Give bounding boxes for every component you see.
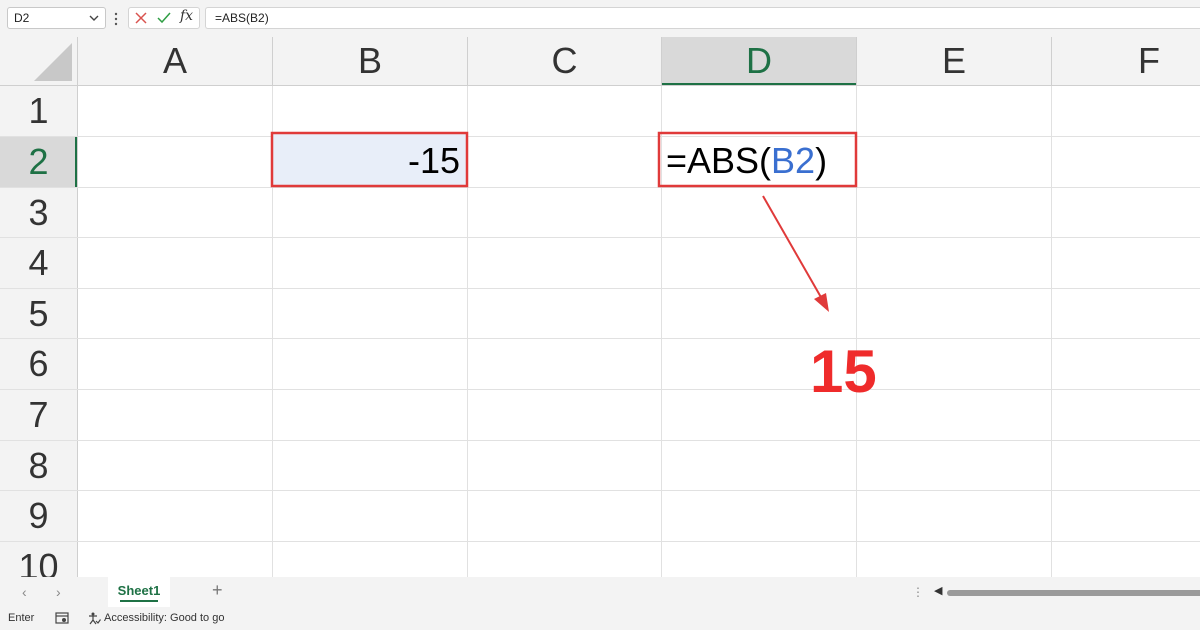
macro-recording-icon[interactable]: [55, 611, 69, 625]
formula-commands: fx: [128, 7, 200, 29]
sheet-tabs-bar: ‹ › Sheet1 + ⋮ ◀: [0, 577, 1200, 607]
column-header-c[interactable]: C: [468, 37, 661, 85]
cell-d2-formula-suffix: ): [815, 140, 828, 181]
column-header-d[interactable]: D: [662, 37, 856, 85]
result-annotation: 15: [810, 338, 877, 405]
column-header-a[interactable]: A: [78, 37, 272, 85]
row-header-7[interactable]: 7: [0, 390, 77, 440]
scroll-left-arrow-icon[interactable]: ◀: [934, 584, 942, 597]
name-box-value: D2: [14, 11, 30, 25]
accessibility-status[interactable]: Accessibility: Good to go: [104, 612, 224, 624]
active-tab-indicator: [120, 600, 158, 602]
grid-lines: [0, 37, 1200, 577]
row-header-10[interactable]: 10: [0, 542, 77, 577]
cell-d2-formula-prefix: =ABS(: [666, 140, 772, 181]
column-header-f[interactable]: F: [1052, 37, 1200, 85]
row-header-8[interactable]: 8: [0, 441, 77, 491]
cell-d2-formula-ref: B2: [771, 140, 816, 181]
row-header-1[interactable]: 1: [0, 86, 77, 136]
sheet-tab-sheet1[interactable]: Sheet1: [108, 577, 170, 607]
confirm-check-icon[interactable]: [156, 11, 172, 25]
row-header-3[interactable]: 3: [0, 188, 77, 238]
sheet-tab-label: Sheet1: [117, 583, 161, 598]
spreadsheet-grid: A B C D E F 1 2 3 4 5 6 7 8 9 10 -15 =AB…: [0, 37, 1200, 577]
cell-mode-status: Enter: [8, 612, 35, 624]
insert-function-icon[interactable]: fx: [180, 8, 193, 24]
formula-bar: D2 fx =ABS(B2): [0, 0, 1200, 37]
formula-input[interactable]: =ABS(B2): [205, 7, 1200, 29]
row-header-2[interactable]: 2: [0, 137, 77, 187]
more-options-icon[interactable]: [113, 9, 119, 29]
accessibility-icon[interactable]: [87, 611, 101, 625]
status-bar: Enter Accessibility: Good to go: [0, 607, 1200, 630]
more-icon[interactable]: ⋮: [912, 585, 924, 599]
cell-b2[interactable]: -15: [272, 136, 460, 186]
row-header-4[interactable]: 4: [0, 238, 77, 288]
row-header-9[interactable]: 9: [0, 491, 77, 541]
column-header-b[interactable]: B: [273, 37, 467, 85]
scroll-tabs-left-icon[interactable]: ‹: [22, 584, 27, 600]
cancel-icon[interactable]: [134, 11, 148, 25]
cell-d2[interactable]: =ABS(B2): [666, 136, 866, 186]
row-header-6[interactable]: 6: [0, 339, 77, 389]
scroll-tabs-right-icon[interactable]: ›: [56, 584, 61, 600]
horizontal-scrollbar[interactable]: [947, 590, 1200, 596]
formula-text: =ABS(B2): [215, 11, 269, 25]
column-header-e[interactable]: E: [857, 37, 1051, 85]
add-sheet-button[interactable]: +: [212, 580, 223, 601]
row-header-5[interactable]: 5: [0, 289, 77, 339]
name-box[interactable]: D2: [7, 7, 106, 29]
chevron-down-icon[interactable]: [88, 11, 100, 25]
